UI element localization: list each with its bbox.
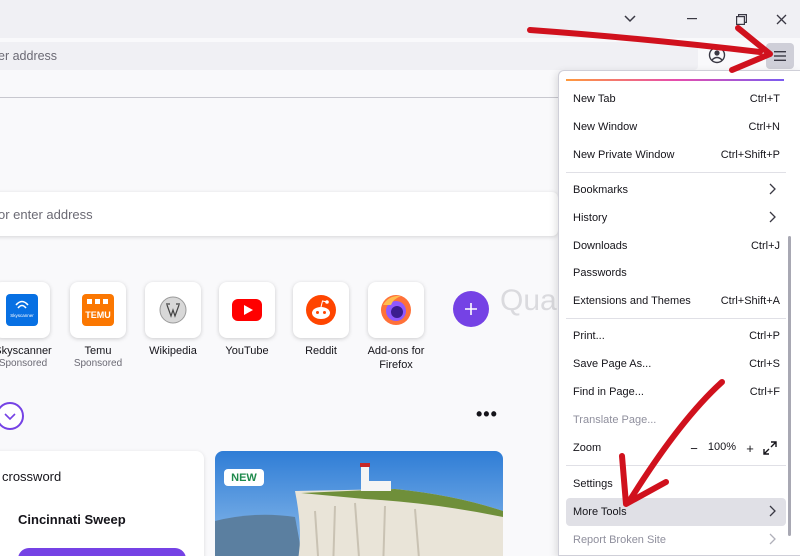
menu-item-shortcut: Ctrl+T [749, 93, 780, 105]
shortcut-tile-skyscanner[interactable]: Skyscanner [0, 282, 50, 338]
chevron-right-icon [769, 211, 776, 223]
menu-item-label: More Tools [573, 506, 627, 518]
menu-item-label: Print... [573, 330, 605, 342]
list-all-tabs-button[interactable] [617, 6, 643, 32]
shortcut-tile-reddit[interactable] [293, 282, 349, 338]
story-card-image[interactable] [215, 451, 503, 556]
new-badge: NEW [224, 469, 264, 486]
menu-item-shortcut: Ctrl+N [748, 121, 780, 133]
search-placeholder: or enter address [0, 207, 93, 222]
close-icon [776, 14, 786, 24]
menu-item-shortcut: Ctrl+S [749, 358, 780, 370]
story-card-button[interactable] [18, 548, 186, 556]
menu-item-print[interactable]: Print... Ctrl+P [566, 322, 786, 350]
menu-accent-line [566, 79, 784, 81]
divider [0, 97, 560, 98]
close-button[interactable] [768, 6, 794, 32]
fullscreen-icon [763, 441, 777, 455]
url-bar[interactable]: er address [0, 42, 698, 70]
app-menu-button[interactable] [766, 43, 794, 69]
story-card-title: crossword [2, 469, 62, 484]
menu-item-history[interactable]: History [566, 204, 786, 232]
account-icon [708, 46, 726, 64]
shortcut-label: Add-ons for Firefox [367, 345, 425, 371]
menu-item-label: Zoom [573, 442, 602, 454]
shortcut-tile-firefox-addons[interactable] [368, 282, 424, 338]
menu-separator [566, 318, 786, 319]
menu-item-new-private-window[interactable]: New Private Window Ctrl+Shift+P [566, 141, 786, 169]
minimize-icon [687, 18, 697, 20]
menu-item-new-tab[interactable]: New Tab Ctrl+T [566, 85, 786, 113]
menu-item-label: Downloads [573, 240, 628, 252]
zoom-in-button[interactable]: + [742, 440, 758, 456]
menu-item-label: New Tab [573, 93, 616, 105]
fullscreen-button[interactable] [763, 441, 777, 455]
add-shortcut-button[interactable] [453, 291, 489, 327]
menu-item-find-in-page[interactable]: Find in Page... Ctrl+F [566, 378, 786, 406]
skyscanner-icon: Skyscanner [6, 294, 38, 326]
menu-item-save-page-as[interactable]: Save Page As... Ctrl+S [566, 350, 786, 378]
plus-icon [465, 303, 477, 315]
more-options-button[interactable]: ••• [476, 404, 498, 425]
url-bar-placeholder: er address [0, 49, 58, 63]
menu-item-label: New Window [573, 121, 638, 133]
menu-item-bookmarks[interactable]: Bookmarks [566, 176, 786, 204]
menu-item-settings[interactable]: Settings [566, 470, 786, 498]
chevron-right-icon [769, 533, 776, 545]
search-input[interactable]: or enter address [0, 192, 558, 236]
chevron-down-icon [624, 15, 636, 23]
temu-logo-text: TEMU [85, 310, 111, 320]
menu-item-label: Extensions and Themes [573, 295, 691, 307]
wikipedia-icon [159, 296, 187, 324]
shortcut-tile-wikipedia[interactable] [145, 282, 201, 338]
menu-item-more-tools[interactable]: More Tools [566, 498, 786, 526]
restore-icon [735, 13, 747, 25]
story-card[interactable] [0, 451, 204, 556]
minimize-button[interactable] [679, 6, 705, 32]
menu-item-label: History [573, 212, 608, 224]
zoom-out-button[interactable]: − [686, 440, 702, 456]
menu-item-label: New Private Window [573, 149, 675, 161]
chevron-right-icon [769, 505, 776, 517]
account-button[interactable] [708, 46, 726, 64]
menu-item-shortcut: Ctrl+Shift+A [720, 295, 780, 307]
menu-item-passwords[interactable]: Passwords [566, 259, 786, 287]
menu-item-label: Settings [573, 478, 613, 490]
skyscanner-logo-text: Skyscanner [10, 313, 34, 318]
menu-item-shortcut: Ctrl+Shift+P [720, 149, 780, 161]
cliff-lighthouse-image [215, 451, 503, 556]
shortcut-sublabel: Sponsored [73, 358, 123, 369]
firefox-icon [381, 295, 411, 325]
story-card-heading: Cincinnati Sweep [18, 512, 126, 527]
menu-item-downloads[interactable]: Downloads Ctrl+J [566, 232, 786, 260]
menu-item-label: Passwords [573, 267, 627, 279]
chevron-down-icon [4, 413, 16, 421]
title-bar [0, 0, 800, 38]
menu-item-label: Report Broken Site [573, 534, 666, 546]
shortcut-tile-temu[interactable]: TEMU [70, 282, 126, 338]
menu-scrollbar[interactable] [788, 236, 791, 536]
menu-item-report-broken-site[interactable]: Report Broken Site [566, 526, 786, 554]
restore-button[interactable] [728, 6, 754, 32]
menu-item-new-window[interactable]: New Window Ctrl+N [566, 113, 786, 141]
menu-item-shortcut: Ctrl+P [749, 330, 780, 342]
menu-separator [566, 172, 786, 173]
shortcut-tile-youtube[interactable] [219, 282, 275, 338]
menu-item-translate-page[interactable]: Translate Page... [566, 406, 786, 434]
menu-item-label: Translate Page... [573, 414, 657, 426]
hamburger-icon [774, 51, 786, 61]
reddit-icon [306, 295, 336, 325]
temu-icon: TEMU [82, 294, 114, 326]
chevron-right-icon [769, 183, 776, 195]
menu-item-shortcut: Ctrl+J [750, 240, 780, 252]
menu-item-extensions-themes[interactable]: Extensions and Themes Ctrl+Shift+A [566, 287, 786, 315]
zoom-reset-button[interactable]: 100% [704, 441, 740, 453]
youtube-icon [232, 299, 262, 321]
menu-item-label: Save Page As... [573, 358, 652, 370]
menu-item-label: Bookmarks [573, 184, 629, 196]
menu-separator [566, 465, 786, 466]
menu-item-shortcut: Ctrl+F [749, 386, 780, 398]
menu-item-label: Find in Page... [573, 386, 644, 398]
